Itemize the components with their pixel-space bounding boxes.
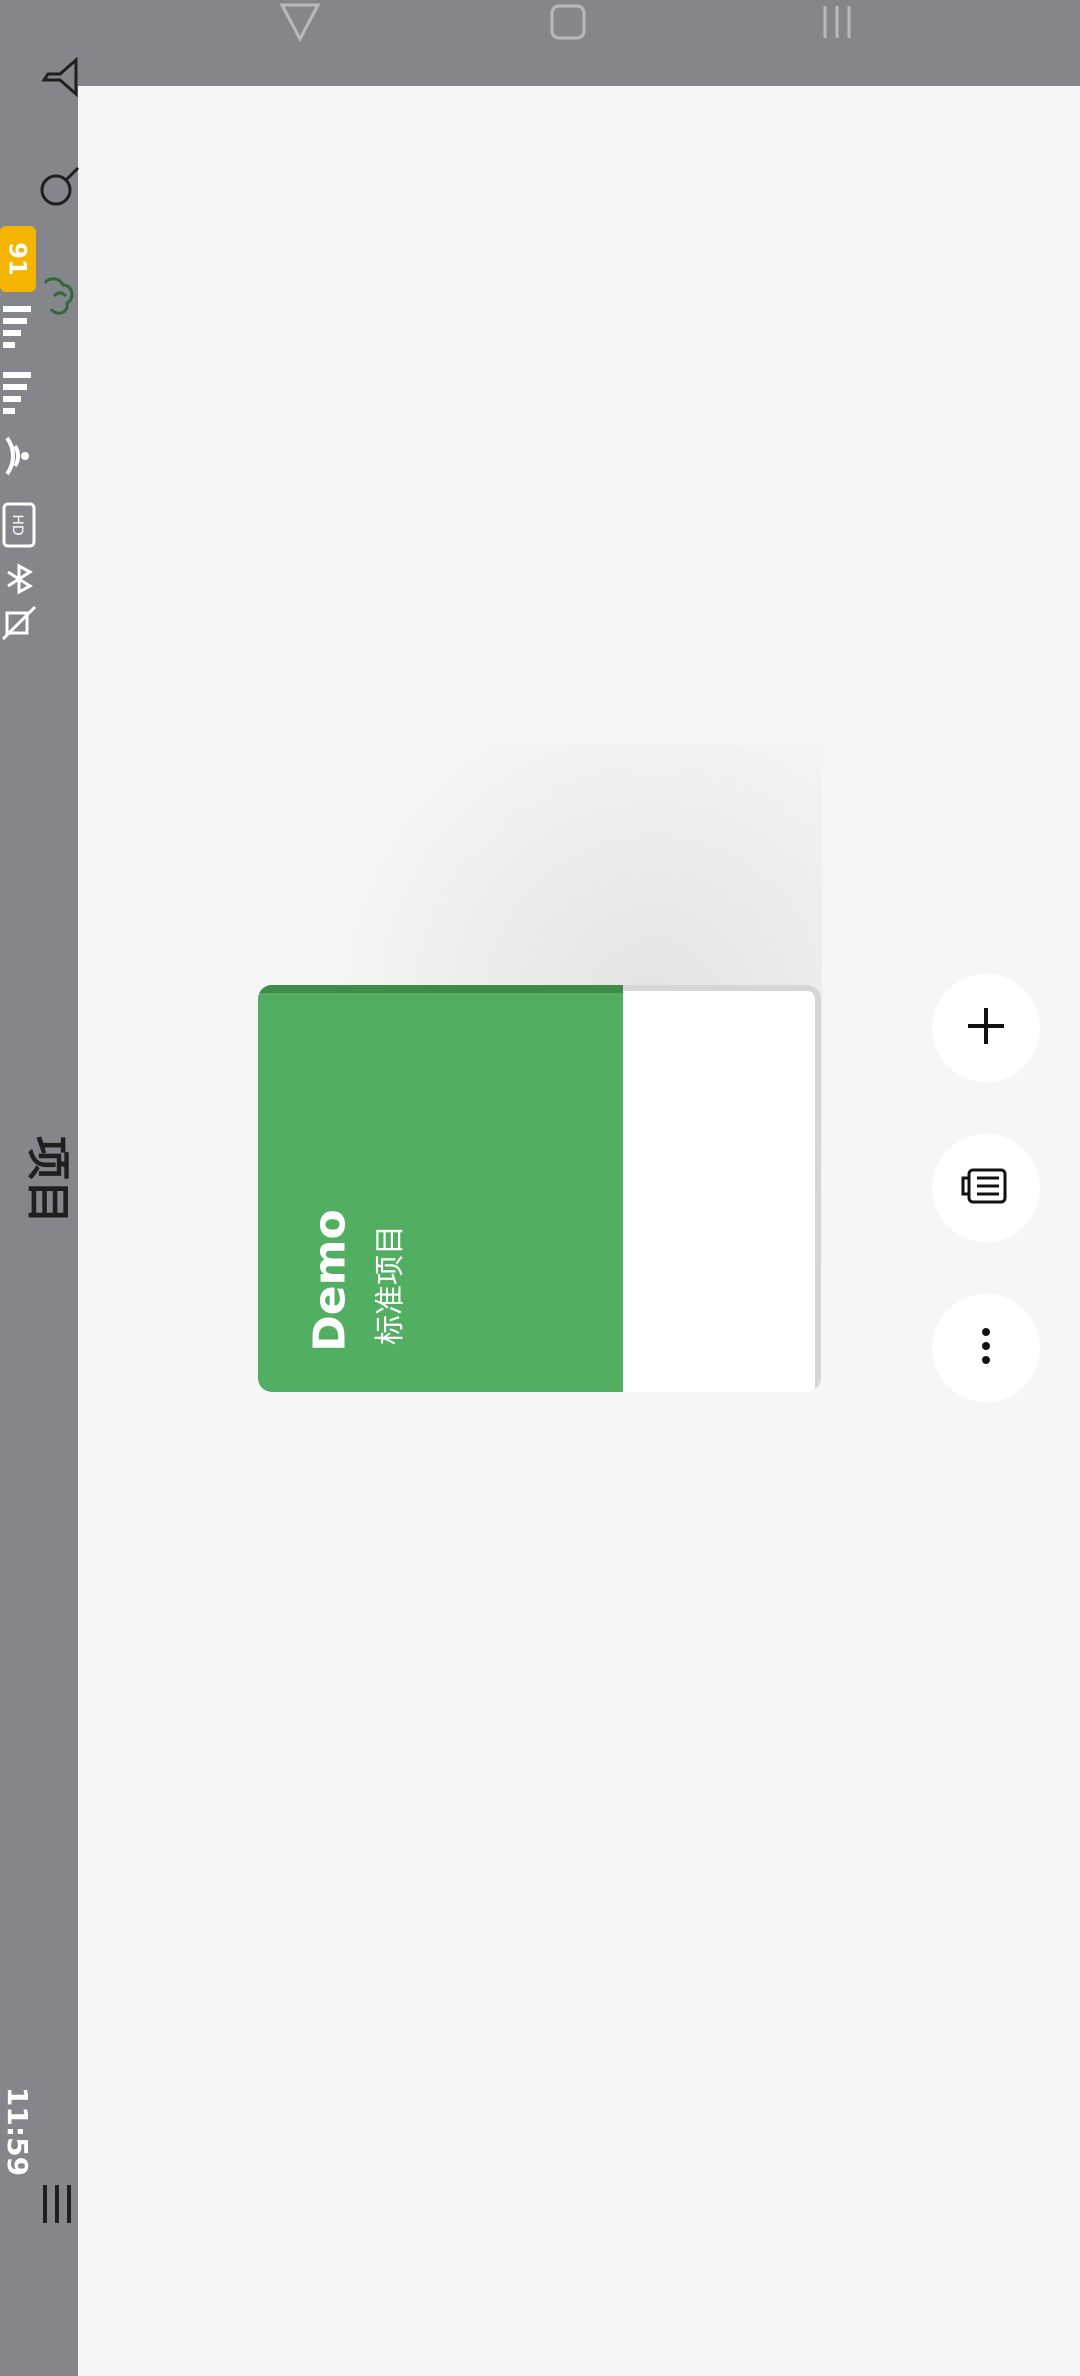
search-icon[interactable] [34,162,84,212]
card-accent-strip [258,985,623,993]
more-vertical-icon [978,1324,994,1372]
recent-apps-icon[interactable] [810,0,864,44]
page-title: 项目 [22,1136,73,1224]
clock: 11:59 [0,2086,50,2176]
project-type: 标准项目 [373,1225,408,1345]
plus-icon [964,1004,1008,1052]
more-button[interactable] [932,1294,1040,1402]
filter-icon[interactable] [34,52,84,102]
menu-icon[interactable] [36,2180,80,2228]
card-body [623,985,821,1392]
list-icon [961,1164,1011,1212]
mute-icon [0,602,38,642]
back-triangle-icon[interactable] [273,0,327,44]
bluetooth-icon [0,560,38,598]
wifi-icon [0,428,40,484]
system-nav-bar [78,0,1080,86]
clock-time: 11:59 [1,2086,35,2176]
hd-icon: HD [0,500,38,550]
home-square-icon[interactable] [541,0,595,44]
list-button[interactable] [932,1134,1040,1242]
project-name: Demo [304,1208,356,1352]
signal-icon [0,300,36,360]
svg-text:HD: HD [9,514,25,535]
signal-icon [0,366,36,422]
cloud-sync-icon[interactable] [34,268,84,324]
battery-level: 91 [4,242,32,276]
battery-indicator: 91 [0,226,36,292]
add-button[interactable] [932,974,1040,1082]
